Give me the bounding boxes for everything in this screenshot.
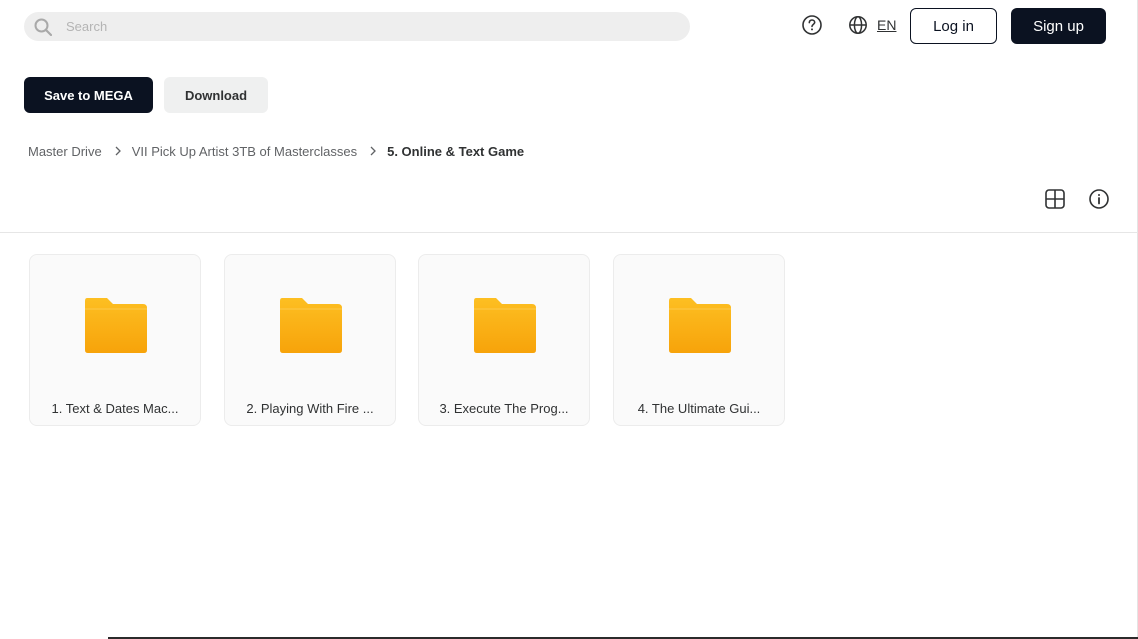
language-selector[interactable]: EN [848, 14, 896, 36]
mega-folder-page: EN Log in Sign up Save to MEGA Download … [0, 0, 1138, 639]
folder-name: 3. Execute The Prog... [439, 401, 569, 416]
content-divider [0, 232, 1138, 233]
globe-icon [849, 16, 867, 34]
chevron-right-icon [115, 146, 121, 156]
folder-icon [85, 298, 147, 353]
login-button[interactable]: Log in [910, 8, 997, 44]
breadcrumb-item-current-folder: 5. Online & Text Game [387, 143, 525, 159]
folder-icon [669, 298, 731, 353]
language-label: EN [877, 17, 897, 33]
folder-card[interactable]: 4. The Ultimate Gui... [613, 254, 785, 426]
folder-card[interactable]: 3. Execute The Prog... [418, 254, 590, 426]
download-button[interactable]: Download [164, 77, 268, 113]
search-icon [34, 18, 52, 36]
folder-card[interactable]: 2. Playing With Fire ... [224, 254, 396, 426]
folder-name: 4. The Ultimate Gui... [637, 401, 761, 416]
folder-name: 2. Playing With Fire ... [246, 401, 374, 416]
chevron-right-icon [370, 146, 377, 156]
grid-view-icon[interactable] [1044, 188, 1066, 210]
breadcrumb-item-parent-folder[interactable]: VII Pick Up Artist 3TB of Masterclasses [132, 144, 357, 159]
help-icon[interactable] [801, 14, 823, 36]
folder-icon [280, 298, 342, 353]
breadcrumb-item-master-drive[interactable]: Master Drive [28, 144, 102, 159]
save-to-mega-button[interactable]: Save to MEGA [24, 77, 153, 113]
search-bar[interactable] [24, 12, 690, 41]
search-input[interactable] [66, 19, 666, 34]
breadcrumb: Master Drive VII Pick Up Artist 3TB of M… [28, 141, 524, 161]
signup-button[interactable]: Sign up [1011, 8, 1106, 44]
folder-icon [474, 298, 536, 353]
folder-name: 1. Text & Dates Mac... [51, 401, 179, 416]
folder-card[interactable]: 1. Text & Dates Mac... [29, 254, 201, 426]
info-icon[interactable] [1088, 188, 1110, 210]
